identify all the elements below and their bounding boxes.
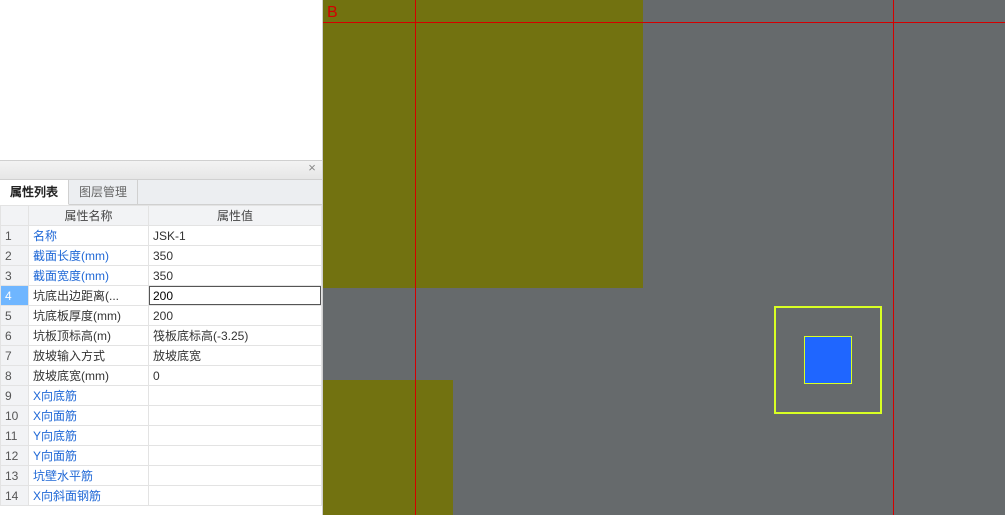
- panel-tabs: 属性列表 图层管理: [0, 180, 322, 205]
- property-value[interactable]: [149, 286, 322, 306]
- col-name-header[interactable]: 属性名称: [29, 206, 149, 226]
- row-number[interactable]: 12: [1, 446, 29, 466]
- property-value[interactable]: [149, 426, 322, 446]
- property-value[interactable]: [149, 446, 322, 466]
- table-row[interactable]: 11Y向底筋: [1, 426, 322, 446]
- property-name[interactable]: 坑底出边距离(...: [29, 286, 149, 306]
- tab-layer-manager[interactable]: 图层管理: [69, 180, 138, 204]
- close-icon[interactable]: ×: [305, 162, 319, 176]
- property-value[interactable]: [149, 406, 322, 426]
- properties-panel: × 属性列表 图层管理 属性名称 属性值 1名: [0, 0, 323, 515]
- row-number[interactable]: 13: [1, 466, 29, 486]
- row-number[interactable]: 4: [1, 286, 29, 306]
- panel-titlebar: ×: [0, 160, 322, 180]
- shape-region-bottom: [323, 380, 453, 515]
- table-row[interactable]: 6坑板顶标高(m)筏板底标高(-3.25): [1, 326, 322, 346]
- table-row[interactable]: 8放坡底宽(mm)0: [1, 366, 322, 386]
- row-number[interactable]: 1: [1, 226, 29, 246]
- table-row[interactable]: 10X向面筋: [1, 406, 322, 426]
- table-row[interactable]: 14X向斜面钢筋: [1, 486, 322, 506]
- property-name[interactable]: Y向面筋: [29, 446, 149, 466]
- property-value-input[interactable]: [149, 286, 321, 305]
- table-row[interactable]: 4坑底出边距离(...: [1, 286, 322, 306]
- upper-empty-panel: [0, 0, 322, 160]
- row-number[interactable]: 9: [1, 386, 29, 406]
- property-name[interactable]: 放坡底宽(mm): [29, 366, 149, 386]
- property-value[interactable]: [149, 486, 322, 506]
- axis-vertical-2: [893, 0, 894, 515]
- property-name[interactable]: 截面长度(mm): [29, 246, 149, 266]
- table-row[interactable]: 12Y向面筋: [1, 446, 322, 466]
- property-name[interactable]: Y向底筋: [29, 426, 149, 446]
- table-row[interactable]: 3截面宽度(mm)350: [1, 266, 322, 286]
- table-row[interactable]: 5坑底板厚度(mm)200: [1, 306, 322, 326]
- row-number[interactable]: 2: [1, 246, 29, 266]
- property-name[interactable]: 坑底板厚度(mm): [29, 306, 149, 326]
- tab-property-list[interactable]: 属性列表: [0, 180, 69, 205]
- selected-element[interactable]: [804, 336, 852, 384]
- col-rownum-header: [1, 206, 29, 226]
- table-row[interactable]: 13坑壁水平筋: [1, 466, 322, 486]
- drawing-canvas[interactable]: B: [323, 0, 1005, 515]
- table-row[interactable]: 2截面长度(mm)350: [1, 246, 322, 266]
- row-number[interactable]: 3: [1, 266, 29, 286]
- row-number[interactable]: 14: [1, 486, 29, 506]
- property-grid-scroll[interactable]: 属性名称 属性值 1名称JSK-12截面长度(mm)3503截面宽度(mm)35…: [0, 205, 322, 515]
- row-number[interactable]: 10: [1, 406, 29, 426]
- property-name[interactable]: 截面宽度(mm): [29, 266, 149, 286]
- property-value[interactable]: 350: [149, 266, 322, 286]
- axis-label-b: B: [327, 4, 338, 22]
- col-value-header[interactable]: 属性值: [149, 206, 322, 226]
- row-number[interactable]: 6: [1, 326, 29, 346]
- property-value[interactable]: 0: [149, 366, 322, 386]
- property-name[interactable]: 坑板顶标高(m): [29, 326, 149, 346]
- axis-horizontal: [323, 22, 1005, 23]
- table-row[interactable]: 1名称JSK-1: [1, 226, 322, 246]
- property-name[interactable]: 放坡输入方式: [29, 346, 149, 366]
- property-grid: 属性名称 属性值 1名称JSK-12截面长度(mm)3503截面宽度(mm)35…: [0, 205, 322, 506]
- property-name[interactable]: 坑壁水平筋: [29, 466, 149, 486]
- property-name[interactable]: X向面筋: [29, 406, 149, 426]
- shape-region-top: [323, 0, 643, 288]
- row-number[interactable]: 8: [1, 366, 29, 386]
- property-value[interactable]: 200: [149, 306, 322, 326]
- property-name[interactable]: X向斜面钢筋: [29, 486, 149, 506]
- property-value[interactable]: [149, 386, 322, 406]
- axis-vertical-1: [415, 0, 416, 515]
- property-value[interactable]: JSK-1: [149, 226, 322, 246]
- property-value[interactable]: 350: [149, 246, 322, 266]
- row-number[interactable]: 11: [1, 426, 29, 446]
- table-row[interactable]: 7放坡输入方式放坡底宽: [1, 346, 322, 366]
- property-name[interactable]: X向底筋: [29, 386, 149, 406]
- property-value[interactable]: 筏板底标高(-3.25): [149, 326, 322, 346]
- property-value[interactable]: 放坡底宽: [149, 346, 322, 366]
- property-name[interactable]: 名称: [29, 226, 149, 246]
- row-number[interactable]: 7: [1, 346, 29, 366]
- row-number[interactable]: 5: [1, 306, 29, 326]
- table-row[interactable]: 9X向底筋: [1, 386, 322, 406]
- property-value[interactable]: [149, 466, 322, 486]
